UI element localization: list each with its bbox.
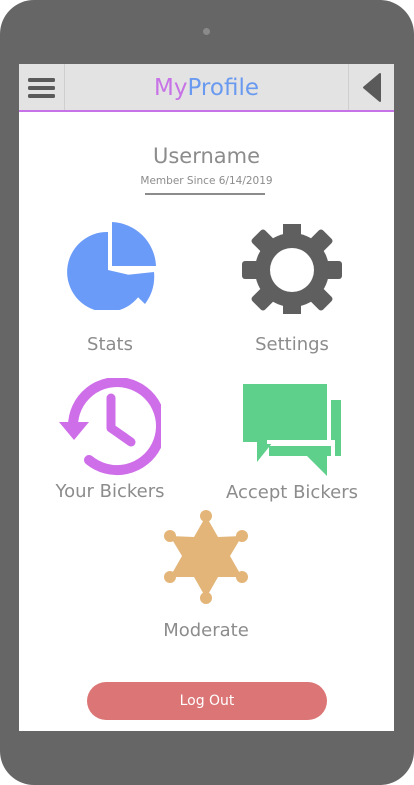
camera-dot [203,28,210,35]
stats-label: Stats [87,334,133,355]
accept-bickers-label: Accept Bickers [226,482,358,503]
stats-tile[interactable]: Stats [59,220,161,360]
top-bar: MyProfile [19,64,394,112]
your-bickers-label: Your Bickers [55,481,165,502]
hamburger-menu-icon [28,78,55,98]
back-arrow-icon [363,73,381,102]
app-screen: MyProfile Username Member Since 6/14/201… [19,64,394,731]
title-profile: Profile [187,75,259,101]
chat-bubbles-icon [243,384,341,476]
moderate-label: Moderate [163,620,249,641]
history-clock-icon [59,378,161,475]
your-bickers-tile[interactable]: Your Bickers [55,378,165,518]
sheriff-star-icon [164,510,248,604]
menu-button[interactable] [19,64,65,110]
phone-frame: MyProfile Username Member Since 6/14/201… [0,0,414,785]
member-since-label: Member Since 6/14/2019 [140,175,273,187]
title-my: My [154,75,188,101]
page-title: MyProfile [65,64,348,110]
moderate-tile[interactable]: Moderate [155,506,257,641]
settings-tile[interactable]: Settings [241,224,343,364]
accept-bickers-tile[interactable]: Accept Bickers [226,384,358,524]
pie-chart-icon [67,222,156,310]
settings-label: Settings [255,334,329,355]
gear-icon [242,224,342,314]
logout-button[interactable]: Log Out [87,682,327,720]
member-divider [145,193,265,195]
username-label: Username [152,144,261,168]
back-button[interactable] [348,64,394,110]
